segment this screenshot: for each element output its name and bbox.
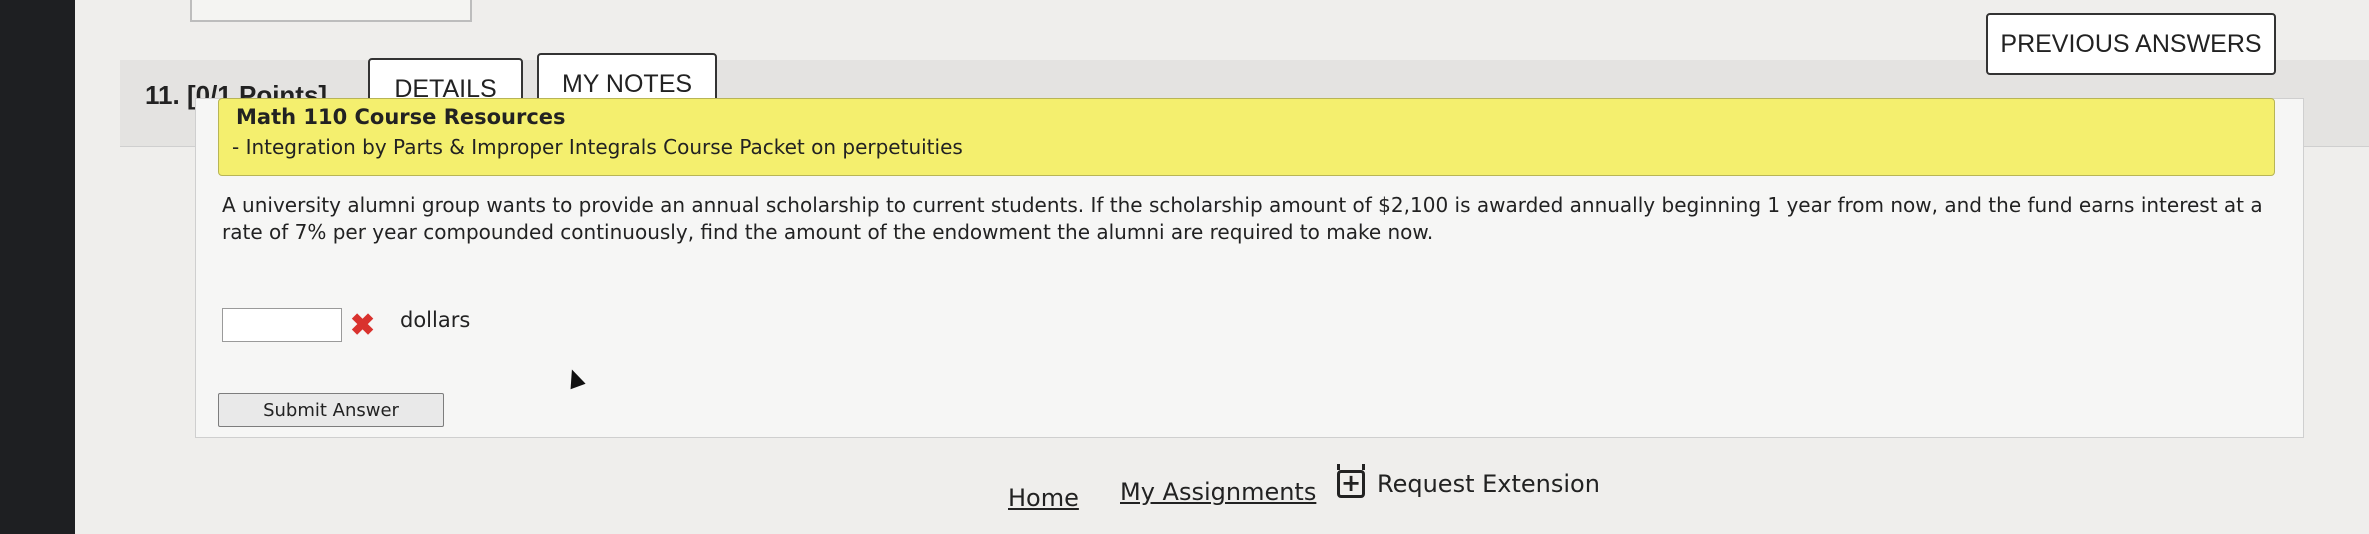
incorrect-x-icon: ✖ <box>350 309 376 342</box>
resource-link[interactable]: - Integration by Parts & Improper Integr… <box>232 135 963 159</box>
request-extension-link[interactable]: Request Extension <box>1377 470 1600 498</box>
previous-answers-button[interactable]: PREVIOUS ANSWERS <box>1986 13 2276 75</box>
my-assignments-link[interactable]: My Assignments <box>1120 478 1316 506</box>
previous-question-box <box>190 0 472 22</box>
assignment-page: 11. [0/1 Points] DETAILS MY NOTES PREVIO… <box>75 0 2369 534</box>
answer-unit: dollars <box>400 308 471 332</box>
resource-title: Math 110 Course Resources <box>236 105 566 129</box>
footer-home[interactable]: Home <box>1008 484 1079 512</box>
question-text: A university alumni group wants to provi… <box>222 193 2263 244</box>
answer-input[interactable] <box>222 308 342 342</box>
course-resources-box: Math 110 Course Resources - Integration … <box>218 98 2275 176</box>
home-link[interactable]: Home <box>1008 484 1079 512</box>
question-number-label: 11. <box>145 80 180 110</box>
footer-assignments[interactable]: My Assignments <box>1120 478 1316 506</box>
calendar-plus-icon <box>1337 464 1365 498</box>
submit-answer-button[interactable]: Submit Answer <box>218 393 444 427</box>
footer-request-extension[interactable]: Request Extension <box>1337 464 1600 498</box>
